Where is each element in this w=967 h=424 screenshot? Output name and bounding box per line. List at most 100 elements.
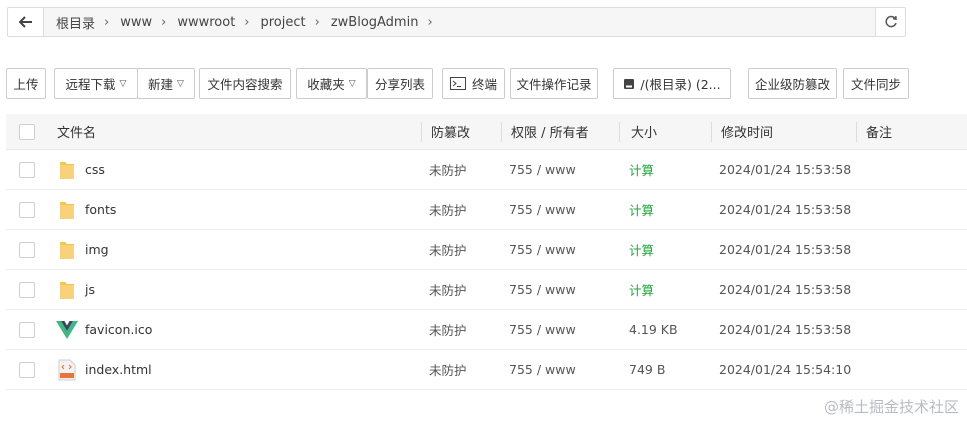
chevron-down-icon: ▽ [177,78,184,89]
select-all-checkbox-cell[interactable] [19,114,35,149]
file-sync-label: 文件同步 [850,77,901,92]
header-name[interactable]: 文件名 [57,114,96,149]
permission[interactable]: 755 / www [509,150,576,189]
arrow-left-icon [18,16,32,28]
file-sync-button[interactable]: 文件同步 [843,68,909,99]
calculate-size-link[interactable]: 计算 [629,190,654,229]
modified-time: 2024/01/24 15:53:58 [719,242,852,257]
folder-icon [57,190,77,229]
operation-log-button[interactable]: 文件操作记录 [510,68,598,99]
header-permission[interactable]: 权限 / 所有者 [511,114,589,149]
refresh-button[interactable] [875,8,905,36]
favorites-button[interactable]: 收藏夹 ▽ [296,68,367,99]
modified-time: 2024/01/24 15:53:58 [719,162,852,177]
path-bar: 根目录 › www › wwwroot › project › zwBlogAd… [7,7,906,37]
permission[interactable]: 755 / www [509,350,576,389]
share-list-button[interactable]: 分享列表 [367,68,433,99]
tamper-status[interactable]: 未防护 [429,270,467,309]
modified-time: 2024/01/24 15:53:58 [719,322,852,337]
select-all-checkbox[interactable] [19,123,35,140]
header-size[interactable]: 大小 [631,114,657,149]
row-checkbox[interactable] [19,281,35,298]
chevron-right-icon: › [314,14,320,30]
table-row[interactable]: js 未防护 755 / www 计算 2024/01/24 15:53:58 [6,270,967,310]
tamper-status[interactable]: 未防护 [429,350,467,389]
share-list-label: 分享列表 [374,77,425,92]
table-row[interactable]: favicon.ico 未防护 755 / www 4.19 KB 2024/0… [6,310,967,350]
table-row[interactable]: index.html 未防护 755 / www 749 B 2024/01/2… [6,350,967,390]
terminal-button[interactable]: 终端 [442,68,505,99]
permission[interactable]: 755 / www [509,230,576,269]
breadcrumb-item-project[interactable]: project › [255,15,325,30]
upload-button[interactable]: 上传 [6,68,46,99]
row-checkbox[interactable] [19,161,35,178]
row-checkbox[interactable] [19,361,35,378]
calculate-size-link[interactable]: 计算 [629,150,654,189]
tamper-status[interactable]: 未防护 [429,310,467,349]
tamper-enterprise-label: 企业级防篡改 [754,77,830,92]
chevron-down-icon: ▽ [119,78,127,89]
breadcrumb-item-wwwroot[interactable]: wwwroot › [171,15,254,30]
header-mtime[interactable]: 修改时间 [721,114,773,149]
file-name[interactable]: js [85,270,95,309]
remote-download-button[interactable]: 远程下载 ▽ [54,68,138,99]
folder-icon [57,270,77,309]
calculate-size-link[interactable]: 计算 [629,270,654,309]
new-button[interactable]: 新建 ▽ [137,68,195,99]
permission[interactable]: 755 / www [509,190,576,229]
tamper-status[interactable]: 未防护 [429,230,467,269]
file-name[interactable]: fonts [85,190,116,229]
operation-log-label: 文件操作记录 [516,77,592,92]
chevron-right-icon: › [161,14,167,30]
breadcrumb-label[interactable]: www [114,15,158,30]
remote-download-label: 远程下载 [65,77,116,92]
breadcrumb-label[interactable]: wwwroot [171,15,241,30]
modified-time: 2024/01/24 15:54:10 [719,362,852,377]
breadcrumb-item-zwblogadmin[interactable]: zwBlogAdmin › [325,15,438,30]
back-button[interactable] [8,8,44,36]
header-tamper[interactable]: 防篡改 [431,114,470,149]
breadcrumb-item-root[interactable]: 根目录 › [50,13,114,32]
chevron-right-icon: › [104,14,110,30]
disk-label: /(根目录) (2... [640,77,721,92]
file-name[interactable]: css [85,150,105,189]
refresh-icon [884,15,897,28]
file-name[interactable]: img [85,230,109,269]
html-file-icon [58,350,76,389]
new-label: 新建 [148,77,174,92]
table-row[interactable]: img 未防护 755 / www 计算 2024/01/24 15:53:58 [6,230,967,270]
toolbar: 上传 远程下载 ▽ 新建 ▽ 文件内容搜索 收藏夹 ▽ 分享列表 终端 文件操作… [6,68,966,99]
row-checkbox[interactable] [19,241,35,258]
column-divider [619,122,620,142]
folder-icon [57,150,77,189]
favorites-label: 收藏夹 [307,77,345,92]
chevron-down-icon: ▽ [348,78,356,89]
upload-label: 上传 [13,77,39,92]
table-row[interactable]: fonts 未防护 755 / www 计算 2024/01/24 15:53:… [6,190,967,230]
breadcrumb-label[interactable]: zwBlogAdmin [325,15,425,30]
permission[interactable]: 755 / www [509,310,576,349]
breadcrumb-label[interactable]: project [255,15,312,30]
file-name[interactable]: favicon.ico [85,310,152,349]
tamper-status[interactable]: 未防护 [429,190,467,229]
permission[interactable]: 755 / www [509,270,576,309]
row-checkbox[interactable] [19,321,35,338]
folder-icon [57,230,77,269]
tamper-enterprise-button[interactable]: 企业级防篡改 [748,68,837,99]
column-divider [421,122,422,142]
tamper-status[interactable]: 未防护 [429,150,467,189]
column-divider [711,122,712,142]
breadcrumb-item-www[interactable]: www › [114,15,171,30]
header-note: 备注 [866,126,893,141]
disk-button[interactable]: /(根目录) (2... [613,68,731,99]
content-search-label: 文件内容搜索 [207,77,283,92]
content-search-button[interactable]: 文件内容搜索 [199,68,291,99]
breadcrumb-label[interactable]: 根目录 [50,13,101,32]
calculate-size-link[interactable]: 计算 [629,230,654,269]
file-name[interactable]: index.html [85,350,152,389]
disk-icon [624,78,635,89]
table-row[interactable]: css 未防护 755 / www 计算 2024/01/24 15:53:58 [6,150,967,190]
vue-logo-icon [56,310,78,349]
watermark: @稀土掘金技术社区 [823,398,959,416]
row-checkbox[interactable] [19,201,35,218]
